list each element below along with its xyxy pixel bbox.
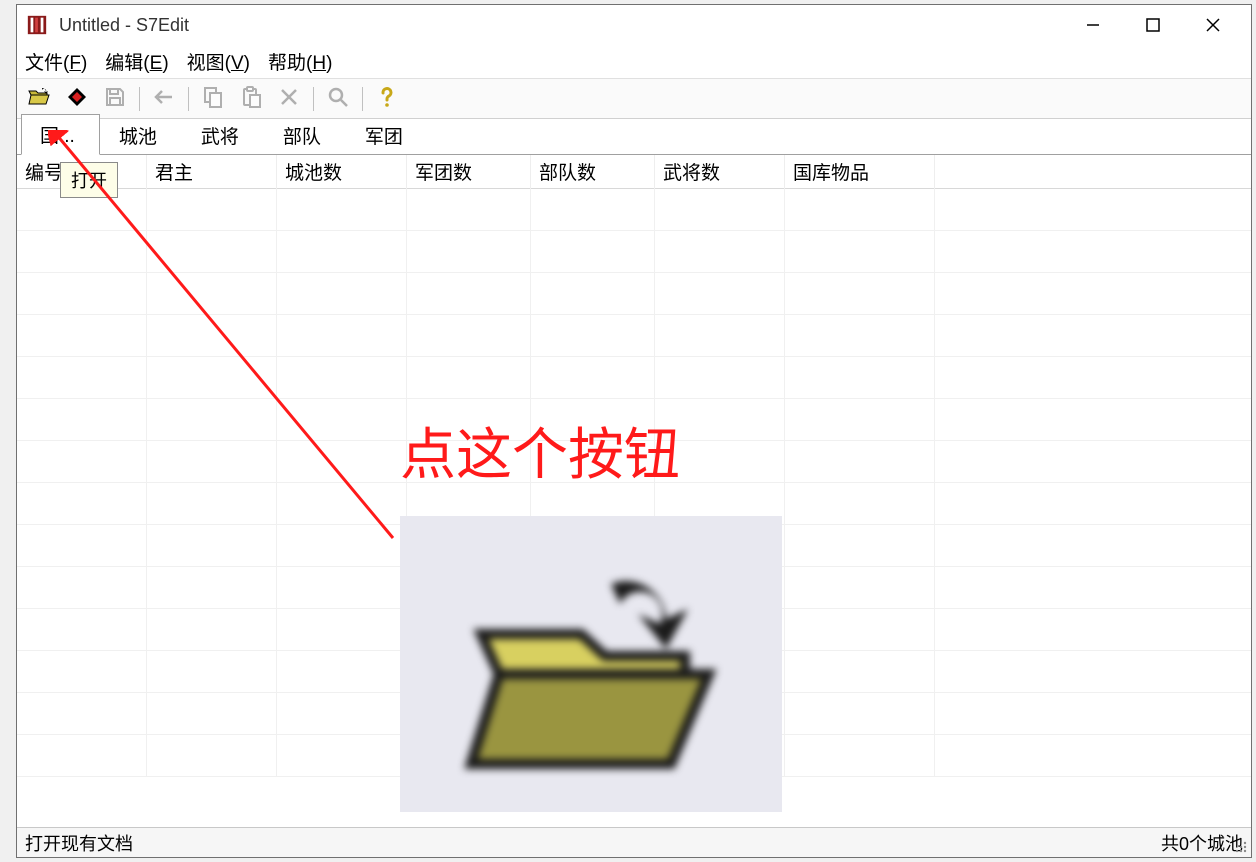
table-row [17,231,1251,273]
tooltip-open: 打开 [60,162,118,198]
column-headers: 编号 君主 城池数 军团数 部队数 武将数 国库物品 [17,155,1251,189]
column-header-generals[interactable]: 武将数 [655,155,785,189]
statusbar: 打开现有文档 共0个城池 [17,827,1251,857]
back-button[interactable] [146,83,182,115]
toolbar-separator [188,87,189,111]
status-left: 打开现有文档 [25,830,133,856]
minimize-button[interactable] [1063,5,1123,45]
menu-view[interactable]: 视图(V) [187,48,250,75]
paste-icon [239,85,263,112]
save-button[interactable] [97,83,133,115]
tab-label: 军团 [365,127,403,148]
column-header-corps[interactable]: 军团数 [407,155,531,189]
table-row [17,357,1251,399]
toolbar-button-2[interactable] [59,83,95,115]
column-header-treasury[interactable]: 国库物品 [785,155,935,189]
magnifier-icon [326,85,350,112]
tab-general[interactable]: 武将 [182,115,264,155]
column-header-units[interactable]: 部队数 [531,155,655,189]
menu-edit[interactable]: 编辑(E) [105,48,168,75]
copy-icon [201,85,225,112]
toolbar-separator [362,87,363,111]
tab-country[interactable]: 国... [21,114,100,155]
app-icon [25,13,49,37]
paste-button[interactable] [233,83,269,115]
menubar: 文件(F) 编辑(E) 视图(V) 帮助(H) [17,45,1251,79]
tab-label: 部队 [283,127,321,148]
delete-button[interactable] [271,83,307,115]
maximize-button[interactable] [1123,5,1183,45]
toolbar-separator [313,87,314,111]
annotation-zoom-image [400,516,782,812]
folder-open-icon [27,85,51,112]
diamond-icon [65,85,89,112]
copy-button[interactable] [195,83,231,115]
titlebar: Untitled - S7Edit [17,5,1251,45]
column-header-lord[interactable]: 君主 [147,155,277,189]
annotation-text: 点这个按钮 [400,410,680,491]
open-button[interactable] [21,83,57,115]
question-icon [375,85,399,112]
tab-label: 国... [40,126,75,147]
tab-city[interactable]: 城池 [100,115,182,155]
tab-label: 武将 [201,127,239,148]
table-row [17,273,1251,315]
window-title: Untitled - S7Edit [59,15,189,36]
table-row [17,315,1251,357]
toolbar [17,79,1251,119]
find-button[interactable] [320,83,356,115]
menu-file[interactable]: 文件(F) [25,48,87,75]
save-icon [103,85,127,112]
close-button[interactable] [1183,5,1243,45]
tab-unit[interactable]: 部队 [264,115,346,155]
delete-x-icon [277,85,301,112]
toolbar-separator [139,87,140,111]
table-row [17,189,1251,231]
tab-label: 城池 [119,127,157,148]
resize-grip-icon[interactable] [1231,837,1249,855]
arrow-left-icon [152,85,176,112]
help-button[interactable] [369,83,405,115]
column-header-cities[interactable]: 城池数 [277,155,407,189]
tab-corps[interactable]: 军团 [346,115,428,155]
menu-help[interactable]: 帮助(H) [268,48,332,75]
tabstrip: 国... 城池 武将 部队 军团 [17,119,1251,155]
